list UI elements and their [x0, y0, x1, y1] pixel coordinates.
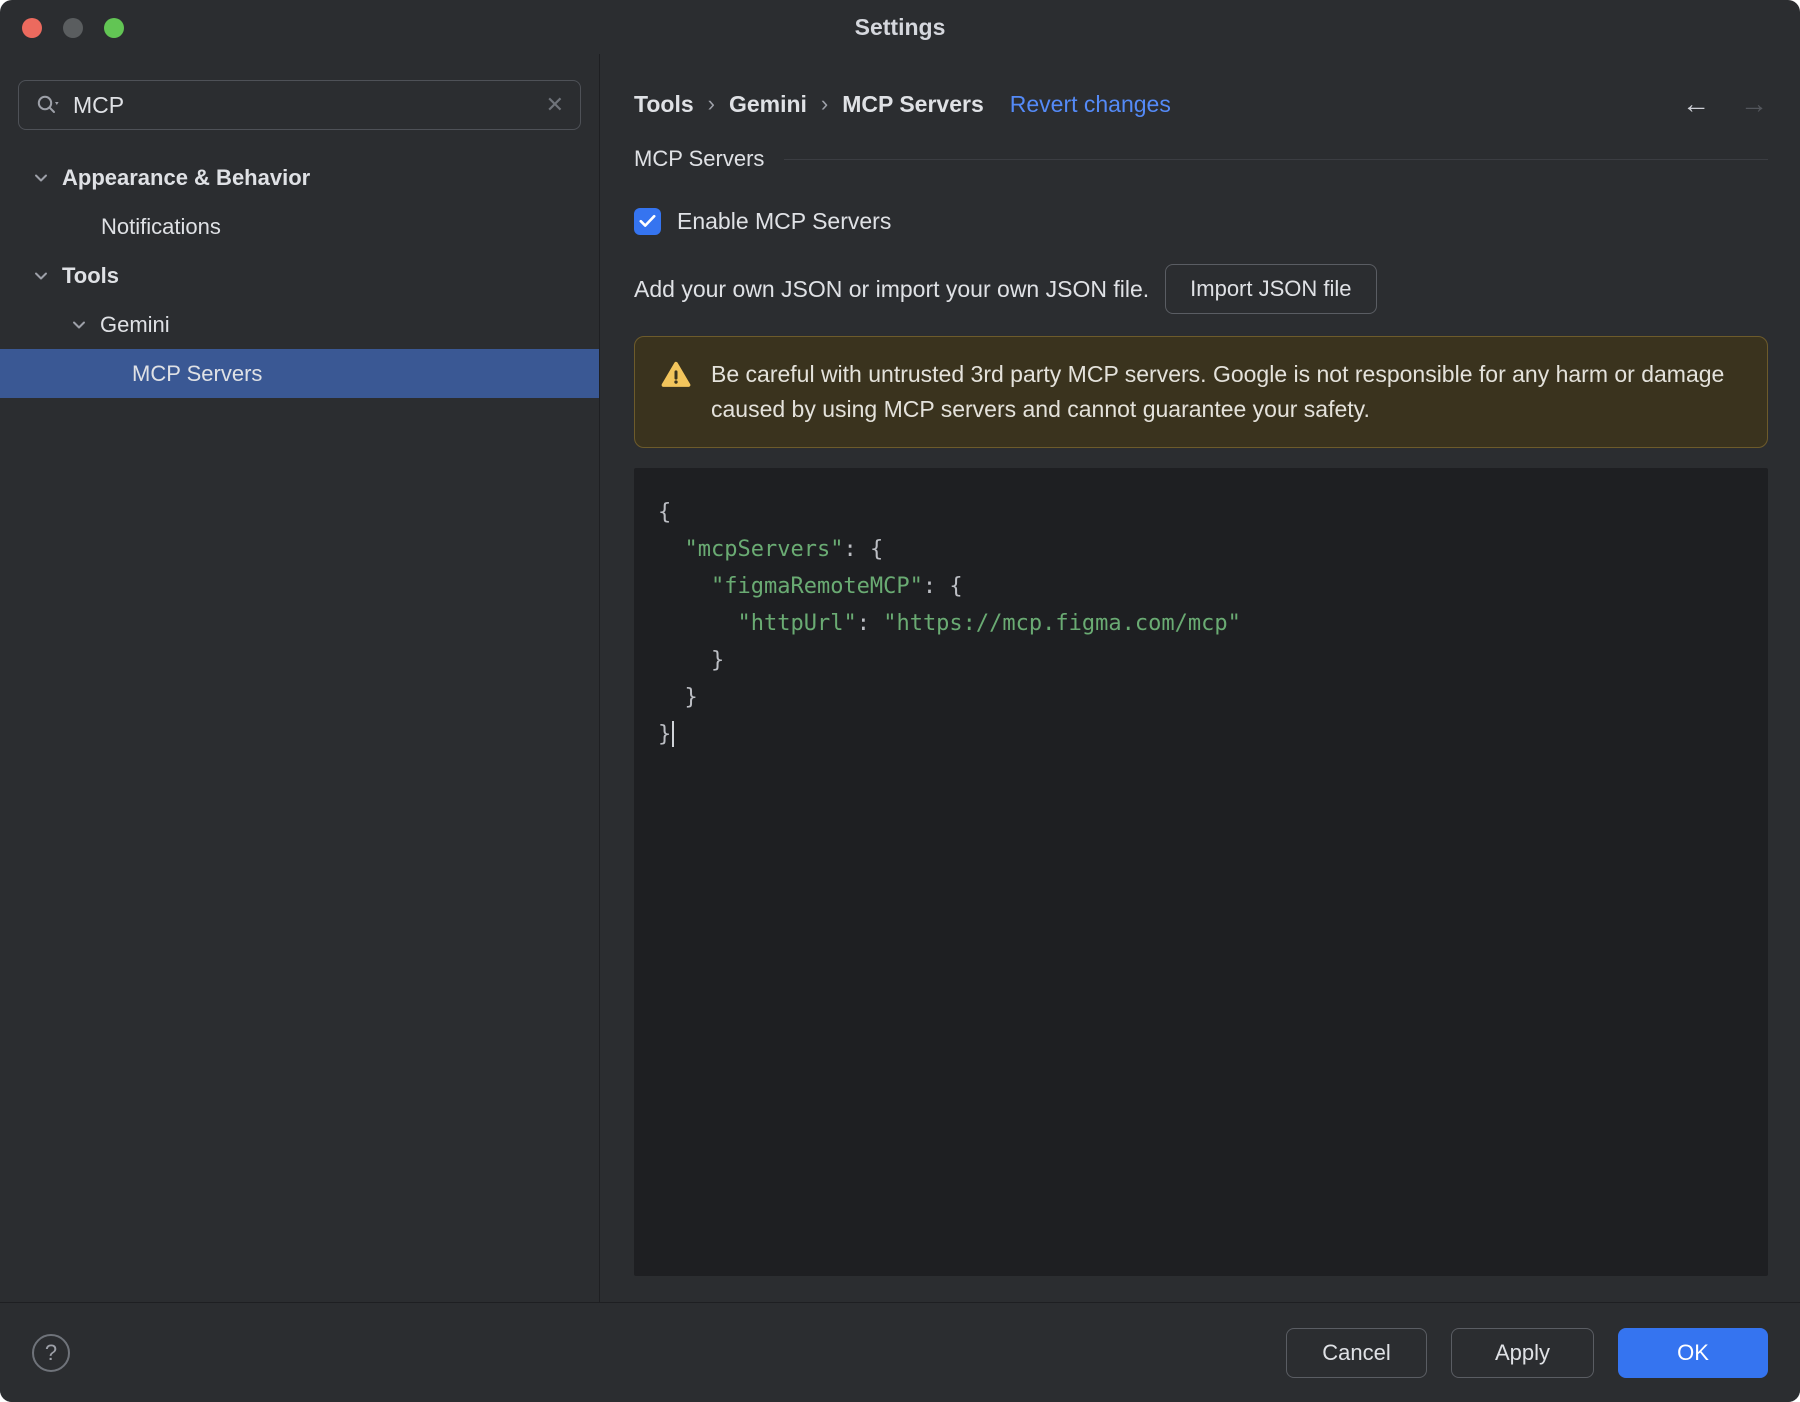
sidebar-item-appearance-behavior[interactable]: Appearance & Behavior — [0, 153, 599, 202]
minimize-window-icon[interactable] — [63, 18, 83, 38]
settings-sidebar: ✕ Appearance & Behavior Notifications — [0, 54, 600, 1302]
traffic-lights — [22, 18, 124, 38]
chevron-down-icon[interactable] — [68, 314, 90, 336]
forward-arrow-icon: → — [1740, 88, 1768, 119]
breadcrumb-separator: › — [820, 91, 829, 116]
sidebar-item-label: Appearance & Behavior — [62, 164, 311, 190]
json-editor-lines: { "mcpServers": { "figmaRemoteMCP": { "h… — [658, 500, 1241, 747]
breadcrumb-gemini[interactable]: Gemini — [729, 91, 807, 118]
sidebar-item-mcp-servers[interactable]: MCP Servers — [0, 349, 599, 398]
search-icon — [35, 93, 61, 117]
chevron-down-icon[interactable] — [30, 265, 52, 287]
zoom-window-icon[interactable] — [104, 18, 124, 38]
import-row: Add your own JSON or import your own JSO… — [634, 264, 1768, 314]
settings-tree: Appearance & Behavior Notifications Tool… — [0, 153, 599, 398]
back-arrow-icon[interactable]: ← — [1682, 88, 1710, 120]
window-title: Settings — [854, 13, 946, 40]
help-icon[interactable]: ? — [32, 1333, 70, 1372]
json-editor[interactable]: { "mcpServers": { "figmaRemoteMCP": { "h… — [634, 468, 1768, 1276]
sidebar-item-notifications[interactable]: Notifications — [0, 202, 599, 251]
enable-mcp-checkbox[interactable] — [634, 207, 661, 235]
cancel-button[interactable]: Cancel — [1286, 1327, 1427, 1378]
warning-banner: Be careful with untrusted 3rd party MCP … — [634, 336, 1768, 448]
warning-text: Be careful with untrusted 3rd party MCP … — [711, 361, 1725, 422]
title-bar: Settings — [0, 0, 1800, 54]
enable-mcp-row: Enable MCP Servers — [634, 204, 1768, 238]
sidebar-item-gemini[interactable]: Gemini — [0, 300, 599, 349]
settings-window: Settings ✕ — [0, 0, 1800, 1402]
ok-button[interactable]: OK — [1618, 1327, 1768, 1378]
apply-button[interactable]: Apply — [1451, 1327, 1594, 1378]
sidebar-item-label: Tools — [62, 262, 120, 288]
section-divider — [784, 158, 1768, 160]
search-input[interactable] — [73, 91, 534, 119]
clear-search-icon[interactable]: ✕ — [546, 94, 564, 116]
import-description: Add your own JSON or import your own JSO… — [634, 275, 1150, 302]
breadcrumb-mcp-servers[interactable]: MCP Servers — [842, 91, 984, 118]
close-window-icon[interactable] — [22, 18, 42, 38]
checkmark-icon — [639, 214, 656, 227]
mcp-servers-panel: Tools › Gemini › MCP Servers Revert chan… — [600, 54, 1800, 1302]
dialog-footer: ? Cancel Apply OK — [0, 1302, 1800, 1402]
sidebar-item-tools[interactable]: Tools — [0, 251, 599, 300]
breadcrumb: Tools › Gemini › MCP Servers Revert chan… — [634, 84, 1768, 124]
sidebar-item-label: MCP Servers — [132, 360, 263, 386]
import-json-button[interactable]: Import JSON file — [1165, 264, 1377, 314]
warning-triangle-icon — [661, 361, 691, 387]
settings-search-box[interactable]: ✕ — [18, 80, 581, 130]
revert-changes-link[interactable]: Revert changes — [1010, 91, 1171, 118]
enable-mcp-label: Enable MCP Servers — [677, 207, 892, 234]
sidebar-item-label: Gemini — [100, 311, 170, 337]
breadcrumb-separator: › — [707, 91, 715, 116]
breadcrumb-tools[interactable]: Tools — [634, 91, 694, 118]
chevron-down-icon[interactable] — [30, 167, 52, 189]
section-header: MCP Servers — [634, 144, 1768, 174]
sidebar-item-label: Notifications — [101, 213, 221, 239]
section-title: MCP Servers — [634, 146, 765, 171]
